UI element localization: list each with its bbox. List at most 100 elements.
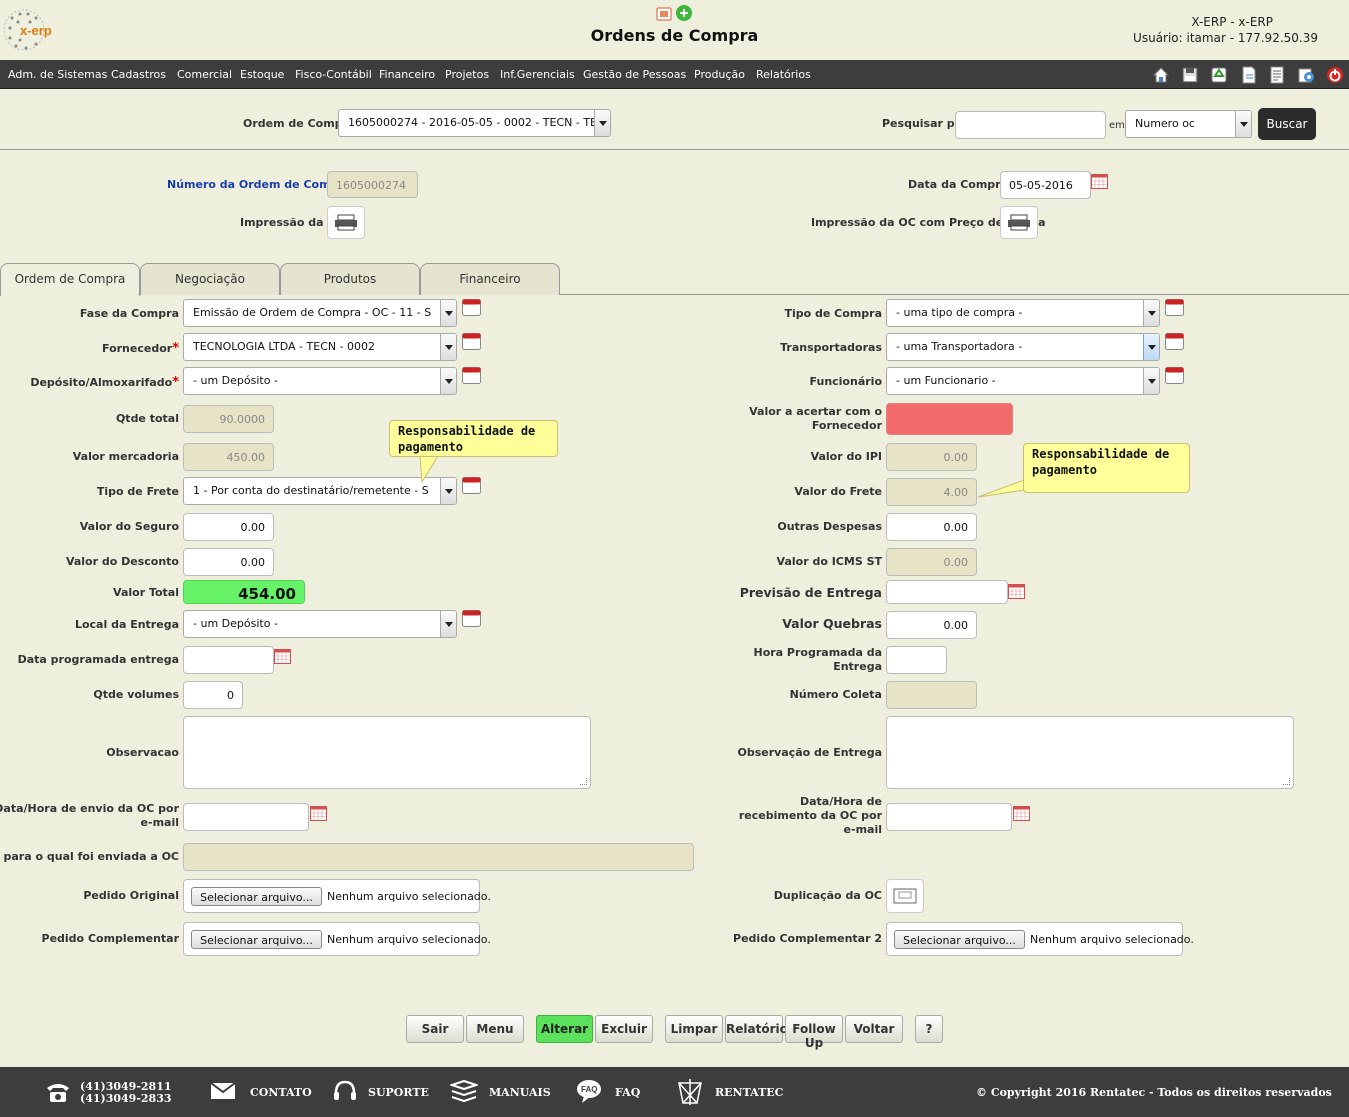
settings-icon[interactable]: [1297, 66, 1315, 84]
calendar-add-icon[interactable]: [462, 333, 481, 350]
pedido-complementar2-file[interactable]: Selecionar arquivo... Nenhum arquivo sel…: [886, 922, 1194, 956]
search-input[interactable]: [955, 111, 1106, 139]
observacao-entrega-textarea[interactable]: [886, 716, 1294, 789]
footer-phone-2[interactable]: (41)3049-2833: [80, 1092, 172, 1105]
menu-producao[interactable]: Produção: [694, 68, 745, 81]
previsao-entrega-field[interactable]: [886, 580, 1008, 604]
hora-programada-field[interactable]: [886, 646, 947, 674]
data-programada-label: Data programada entrega: [17, 653, 179, 666]
deposito-select[interactable]: - um Depósito -: [183, 367, 457, 395]
valor-seguro-field[interactable]: 0.00: [183, 513, 274, 541]
order-select[interactable]: 1605000274 - 2016-05-05 - 0002 - TECN - …: [338, 109, 611, 137]
calendar-icon[interactable]: [310, 806, 327, 821]
outras-despesas-field[interactable]: 0.00: [886, 513, 977, 541]
limpar-button[interactable]: Limpar: [665, 1015, 723, 1043]
footer-rentatec-link[interactable]: RENTATEC: [715, 1086, 783, 1099]
search-field-select[interactable]: Numero oc: [1125, 110, 1252, 138]
menu-projetos[interactable]: Projetos: [445, 68, 489, 81]
save-icon[interactable]: [1181, 66, 1199, 84]
tipo-compra-select[interactable]: - uma tipo de compra -: [886, 299, 1160, 327]
menu-adm-sistemas[interactable]: Adm. de Sistemas: [8, 68, 107, 81]
recebimento-email-field[interactable]: [886, 803, 1012, 831]
choose-file-button[interactable]: Selecionar arquivo...: [894, 930, 1025, 949]
follow-up-button[interactable]: Follow Up: [785, 1015, 843, 1050]
calendar-add-icon[interactable]: [462, 299, 481, 316]
menu-comercial[interactable]: Comercial: [177, 68, 232, 81]
menu-financeiro[interactable]: Financeiro: [379, 68, 435, 81]
tab-produtos[interactable]: Produtos: [280, 263, 420, 295]
power-icon[interactable]: [1326, 66, 1344, 84]
calendar-add-icon[interactable]: [1165, 299, 1184, 316]
footer-faq-link[interactable]: FAQ: [615, 1086, 640, 1099]
calendar-add-icon[interactable]: [1165, 333, 1184, 350]
pedido-complementar-file[interactable]: Selecionar arquivo... Nenhum arquivo sel…: [183, 922, 491, 956]
excluir-button[interactable]: Excluir: [595, 1015, 653, 1043]
choose-file-button[interactable]: Selecionar arquivo...: [191, 930, 322, 949]
valor-desconto-field[interactable]: 0.00: [183, 548, 274, 576]
valor-quebras-field[interactable]: 0.00: [886, 611, 977, 639]
tab-financeiro[interactable]: Financeiro: [420, 263, 560, 295]
funcionario-select[interactable]: - um Funcionario -: [886, 367, 1160, 395]
footer-suporte-link[interactable]: SUPORTE: [368, 1086, 429, 1099]
footer-contato-link[interactable]: CONTATO: [250, 1086, 312, 1099]
menu-estoque[interactable]: Estoque: [240, 68, 284, 81]
tipo-frete-select[interactable]: 1 - Por conta do destinatário/remetente …: [183, 477, 457, 505]
numero-coleta-field[interactable]: [886, 681, 977, 709]
fornecedor-select[interactable]: TECNOLOGIA LTDA - TECN - 0002: [183, 333, 457, 361]
calendar-add-icon[interactable]: [462, 477, 481, 494]
menu-gestao-pessoas[interactable]: Gestão de Pessoas: [583, 68, 686, 81]
search-button[interactable]: Buscar: [1258, 108, 1316, 140]
menu-inf-gerenciais[interactable]: Inf.Gerenciais: [500, 68, 575, 81]
valor-acertar-field[interactable]: [886, 403, 1013, 435]
chevron-down-icon: [1235, 111, 1251, 137]
qtde-total-field[interactable]: 90.0000: [183, 405, 274, 433]
calendar-add-icon[interactable]: [462, 610, 481, 627]
menu-button[interactable]: Menu: [466, 1015, 524, 1043]
calendar-icon[interactable]: [274, 649, 291, 664]
rentatec-logo-icon: [678, 1079, 702, 1105]
menu-fisco-contabil[interactable]: Fisco-Contábil: [295, 68, 372, 81]
numero-oc-field[interactable]: 1605000274: [327, 171, 418, 198]
print-oc-venda-button[interactable]: [1000, 206, 1038, 239]
observacao-textarea[interactable]: [183, 716, 591, 789]
local-entrega-select[interactable]: - um Depósito -: [183, 610, 457, 638]
data-programada-field[interactable]: [183, 646, 274, 674]
home-icon[interactable]: [1152, 66, 1170, 84]
fase-select[interactable]: Emissão de Ordem de Compra - OC - 11 - S: [183, 299, 457, 327]
footer: (41)3049-2811 (41)3049-2833 CONTATO SUPO…: [0, 1067, 1349, 1117]
footer-manuais-link[interactable]: MANUAIS: [489, 1086, 551, 1099]
email-enviada-field[interactable]: [183, 843, 694, 871]
valor-mercadoria-field[interactable]: 450.00: [183, 443, 274, 471]
print-oc-button[interactable]: [327, 206, 365, 239]
duplicate-oc-button[interactable]: [886, 879, 924, 913]
sair-button[interactable]: Sair: [406, 1015, 464, 1043]
alterar-button[interactable]: Alterar: [536, 1015, 593, 1043]
menu-relatorios[interactable]: Relatórios: [756, 68, 811, 81]
calendar-icon[interactable]: [1008, 584, 1025, 599]
menu-cadastros[interactable]: Cadastros: [111, 68, 166, 81]
recycle-icon[interactable]: [1210, 66, 1228, 84]
voltar-button[interactable]: Voltar: [845, 1015, 903, 1043]
help-button[interactable]: ?: [915, 1015, 943, 1043]
tab-ordem-de-compra[interactable]: Ordem de Compra: [0, 263, 140, 296]
valor-total-field[interactable]: 454.00: [183, 580, 305, 604]
pedido-original-file[interactable]: Selecionar arquivo... Nenhum arquivo sel…: [183, 879, 491, 913]
transportadoras-select[interactable]: - uma Transportadora -: [886, 333, 1160, 361]
calendar-icon[interactable]: [1013, 806, 1030, 821]
outras-despesas-label: Outras Despesas: [777, 520, 882, 533]
document-icon[interactable]: [1240, 66, 1258, 84]
calendar-icon[interactable]: [1091, 174, 1108, 189]
choose-file-button[interactable]: Selecionar arquivo...: [191, 887, 322, 906]
notes-icon[interactable]: [1268, 66, 1286, 84]
qtde-total-label: Qtde total: [115, 412, 179, 425]
calendar-add-icon[interactable]: [462, 367, 481, 384]
valor-ipi-field[interactable]: 0.00: [886, 443, 977, 471]
envio-email-field[interactable]: [183, 803, 309, 831]
data-compra-field[interactable]: 05-05-2016: [1000, 171, 1091, 199]
relatorio-button[interactable]: Relatório: [725, 1015, 788, 1043]
qtde-volumes-field[interactable]: 0: [183, 681, 243, 709]
calendar-add-icon[interactable]: [1165, 367, 1184, 384]
valor-icms-field[interactable]: 0.00: [886, 548, 977, 576]
tab-negociacao[interactable]: Negociação: [140, 263, 280, 295]
valor-frete-field[interactable]: 4.00: [886, 478, 977, 506]
